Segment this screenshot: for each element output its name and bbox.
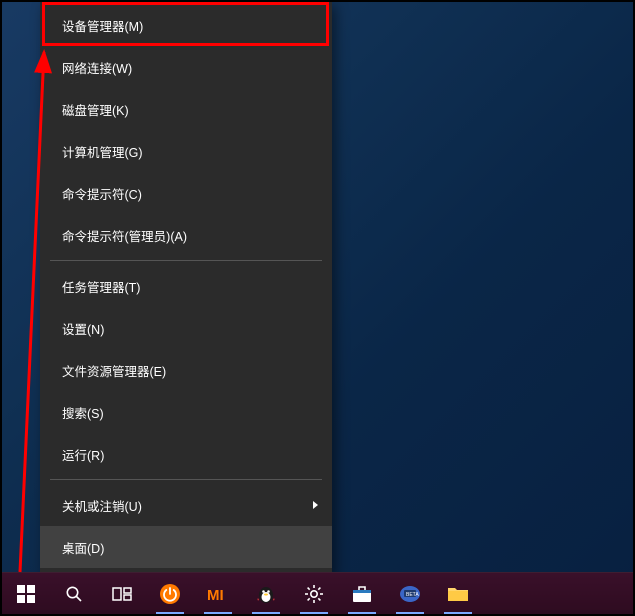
- menu-item[interactable]: 设备管理器(M): [40, 4, 332, 46]
- menu-item[interactable]: 桌面(D): [40, 526, 332, 568]
- menu-item-label: 搜索(S): [62, 403, 104, 422]
- mi-icon[interactable]: MI: [194, 573, 242, 615]
- menu-item-label: 文件资源管理器(E): [62, 361, 166, 380]
- menu-item[interactable]: 命令提示符(C): [40, 172, 332, 214]
- menu-item-label: 桌面(D): [62, 538, 104, 557]
- menu-separator: [50, 260, 322, 261]
- menu-item[interactable]: 网络连接(W): [40, 46, 332, 88]
- menu-item-label: 命令提示符(C): [62, 184, 142, 203]
- submenu-arrow-icon: [313, 501, 318, 509]
- menu-item[interactable]: 计算机管理(G): [40, 130, 332, 172]
- menu-item[interactable]: 命令提示符(管理员)(A): [40, 214, 332, 256]
- menu-item-label: 设备管理器(M): [62, 16, 143, 35]
- qq-icon[interactable]: [242, 573, 290, 615]
- menu-separator: [50, 479, 322, 480]
- svg-text:BETA: BETA: [406, 592, 419, 598]
- menu-item[interactable]: 文件资源管理器(E): [40, 349, 332, 391]
- taskbar: MI BETA: [2, 572, 633, 614]
- task-view-icon[interactable]: [98, 573, 146, 615]
- menu-item[interactable]: 任务管理器(T): [40, 265, 332, 307]
- menu-item-label: 计算机管理(G): [62, 142, 143, 161]
- menu-item[interactable]: 磁盘管理(K): [40, 88, 332, 130]
- svg-text:MI: MI: [207, 587, 224, 604]
- menu-item-label: 设置(N): [62, 319, 104, 338]
- menu-item-label: 任务管理器(T): [62, 277, 140, 296]
- winx-context-menu: 设备管理器(M) 网络连接(W) 磁盘管理(K) 计算机管理(G) 命令提示符(C) 命令…: [40, 2, 332, 575]
- monitor-icon[interactable]: BETA: [386, 573, 434, 615]
- search-icon[interactable]: [50, 573, 98, 615]
- settings-icon[interactable]: [290, 573, 338, 615]
- menu-item-label: 命令提示符(管理员)(A): [62, 226, 187, 245]
- menu-item[interactable]: 搜索(S): [40, 391, 332, 433]
- menu-item-label: 网络连接(W): [62, 58, 132, 77]
- menu-item-label: 磁盘管理(K): [62, 100, 129, 119]
- menu-item[interactable]: 运行(R): [40, 433, 332, 475]
- folder-icon[interactable]: [434, 573, 482, 615]
- power-icon[interactable]: [146, 573, 194, 615]
- menu-item[interactable]: 设置(N): [40, 307, 332, 349]
- menu-item-label: 运行(R): [62, 445, 104, 464]
- menu-item[interactable]: 关机或注销(U): [40, 484, 332, 526]
- menu-item-label: 关机或注销(U): [62, 496, 142, 515]
- store-icon[interactable]: [338, 573, 386, 615]
- start-button[interactable]: [2, 573, 50, 615]
